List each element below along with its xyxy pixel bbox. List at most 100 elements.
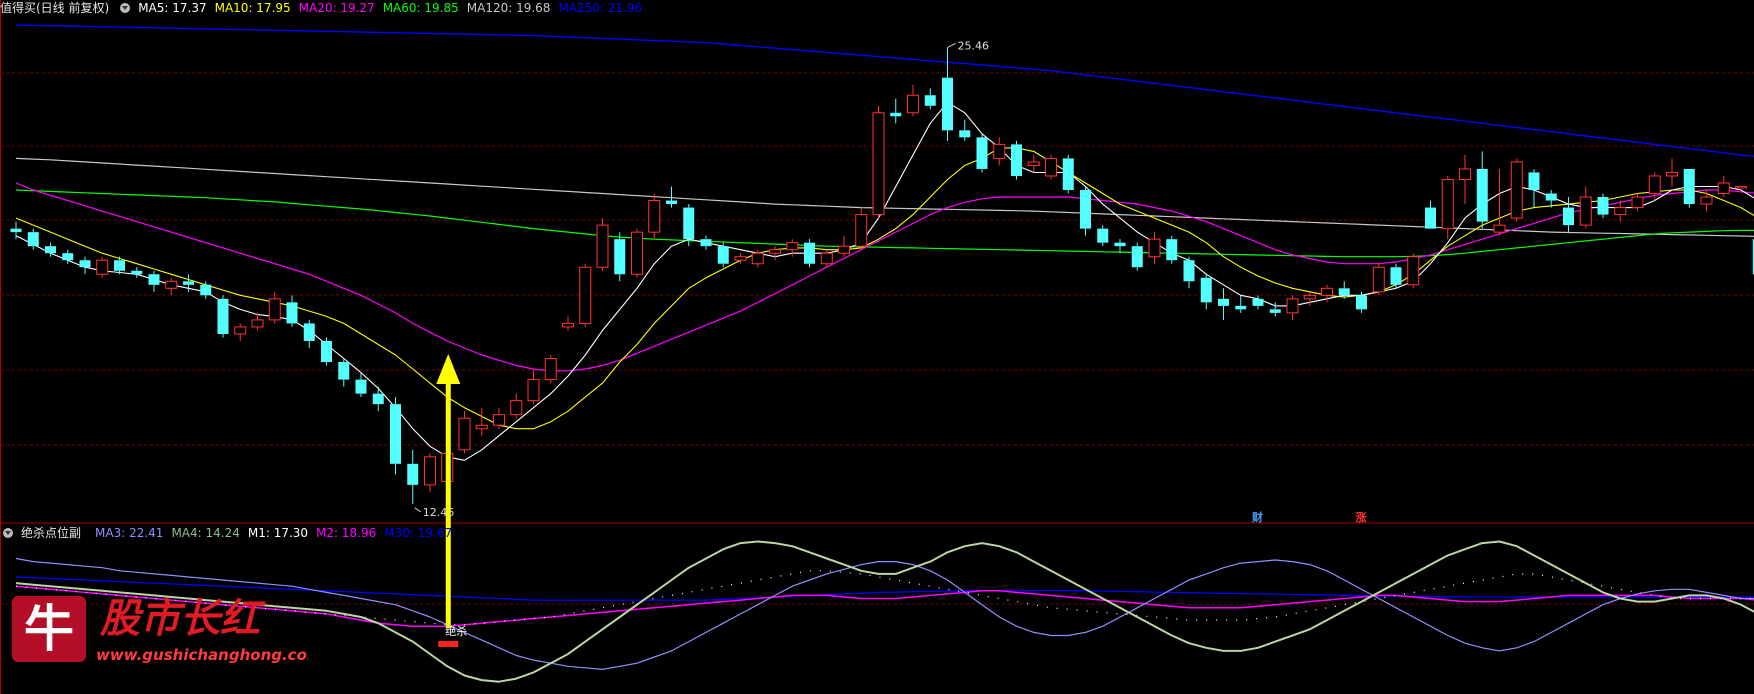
candle-body (493, 414, 505, 426)
candle-body (1666, 171, 1678, 177)
candle-body (614, 239, 626, 275)
candle-body (510, 400, 523, 416)
signal-arrow-head (436, 353, 461, 384)
ma-legend-item: MA120: 19.68 (466, 1, 551, 15)
candle-body (907, 94, 919, 114)
candle (510, 393, 523, 419)
candle-body (579, 266, 592, 324)
candle-body (993, 143, 1006, 159)
candle-body (234, 326, 247, 335)
svg-text:股市长红: 股市长红 (99, 596, 266, 642)
event-marker: 财 (1251, 510, 1263, 524)
candle-body (321, 340, 332, 363)
indicator-legend-item: MA4: 14.24 (171, 526, 240, 540)
candle (1425, 200, 1436, 229)
candle-body (458, 417, 471, 451)
candle-body (1407, 256, 1420, 286)
candle-body (648, 200, 661, 233)
candle (1493, 168, 1506, 236)
candle (1252, 295, 1264, 310)
sub-title[interactable]: 绝杀点位副 (21, 526, 81, 540)
candle-body (1493, 224, 1506, 233)
candle-body (1441, 178, 1454, 230)
candle (769, 246, 781, 261)
candle (1614, 200, 1627, 222)
candle (1303, 291, 1316, 306)
candle-body (700, 239, 712, 247)
candle (1131, 242, 1143, 271)
candle-body (407, 463, 419, 485)
candle (458, 411, 471, 454)
candle-body (562, 322, 574, 328)
candle-body (1528, 172, 1540, 191)
candle-body (820, 252, 833, 265)
candle-body (1717, 182, 1730, 195)
candle-body (217, 298, 229, 334)
candle (1631, 193, 1644, 212)
candle-body (268, 298, 281, 321)
candle (1476, 151, 1488, 229)
signal-label: 绝杀 (445, 624, 467, 638)
candle (303, 319, 315, 348)
ma20-line (15, 182, 1754, 372)
candle-body (1080, 190, 1091, 229)
main-title[interactable]: 值得买(日线 前复权) (0, 1, 109, 15)
candle-body (424, 456, 436, 486)
candle-body (1476, 168, 1488, 222)
ma10-line (15, 147, 1754, 430)
candle (838, 235, 850, 257)
candle-body (959, 130, 971, 138)
candle-body (165, 280, 178, 289)
candle (1148, 232, 1161, 264)
candle (148, 270, 160, 292)
candle (976, 133, 988, 173)
candle-body (769, 249, 781, 254)
candle (131, 267, 143, 278)
candle (890, 98, 902, 124)
candle-body (475, 424, 488, 430)
high-pointer (947, 43, 956, 48)
candle-body (596, 224, 609, 268)
candle (1011, 140, 1022, 180)
candle (1218, 288, 1229, 320)
ma120-line (15, 157, 1754, 237)
candle-body (1252, 298, 1264, 306)
dropdown-icon[interactable] (3, 528, 13, 538)
candle (1717, 175, 1730, 198)
candle (424, 453, 436, 492)
main-ma-lines (15, 24, 1754, 461)
candle (648, 193, 661, 240)
candle (579, 263, 592, 327)
candle (1666, 158, 1678, 187)
candle-body (1011, 144, 1022, 176)
candle (1166, 235, 1178, 264)
candle (1683, 168, 1695, 208)
candle (872, 105, 885, 219)
ma-legend-item: MA60: 19.85 (382, 1, 459, 15)
candle-body (1631, 196, 1644, 209)
candle-body (1545, 193, 1557, 201)
candle-body (1303, 294, 1316, 300)
candle-body (1062, 158, 1074, 191)
candle (1114, 239, 1126, 254)
candle (1183, 256, 1195, 289)
candle (993, 137, 1006, 166)
candle (217, 295, 229, 338)
candle-body (1200, 277, 1212, 303)
candle (700, 235, 712, 250)
candle (1062, 154, 1074, 194)
candle-body (390, 404, 401, 464)
candle (1528, 168, 1540, 208)
candle (1510, 158, 1523, 222)
indicator-legend-item: M2: 18.96 (316, 526, 377, 540)
dropdown-icon[interactable] (120, 3, 131, 13)
candle-body (631, 231, 643, 275)
watermark-logo: 牛 股市长红 www.gushichanghong.com (12, 596, 323, 664)
candle (1286, 295, 1299, 320)
candle-body (1579, 196, 1592, 226)
candle (614, 232, 626, 282)
candle-body (355, 379, 367, 394)
signal-bar (438, 641, 459, 647)
candle-body (1321, 287, 1333, 296)
candle (1735, 186, 1747, 189)
